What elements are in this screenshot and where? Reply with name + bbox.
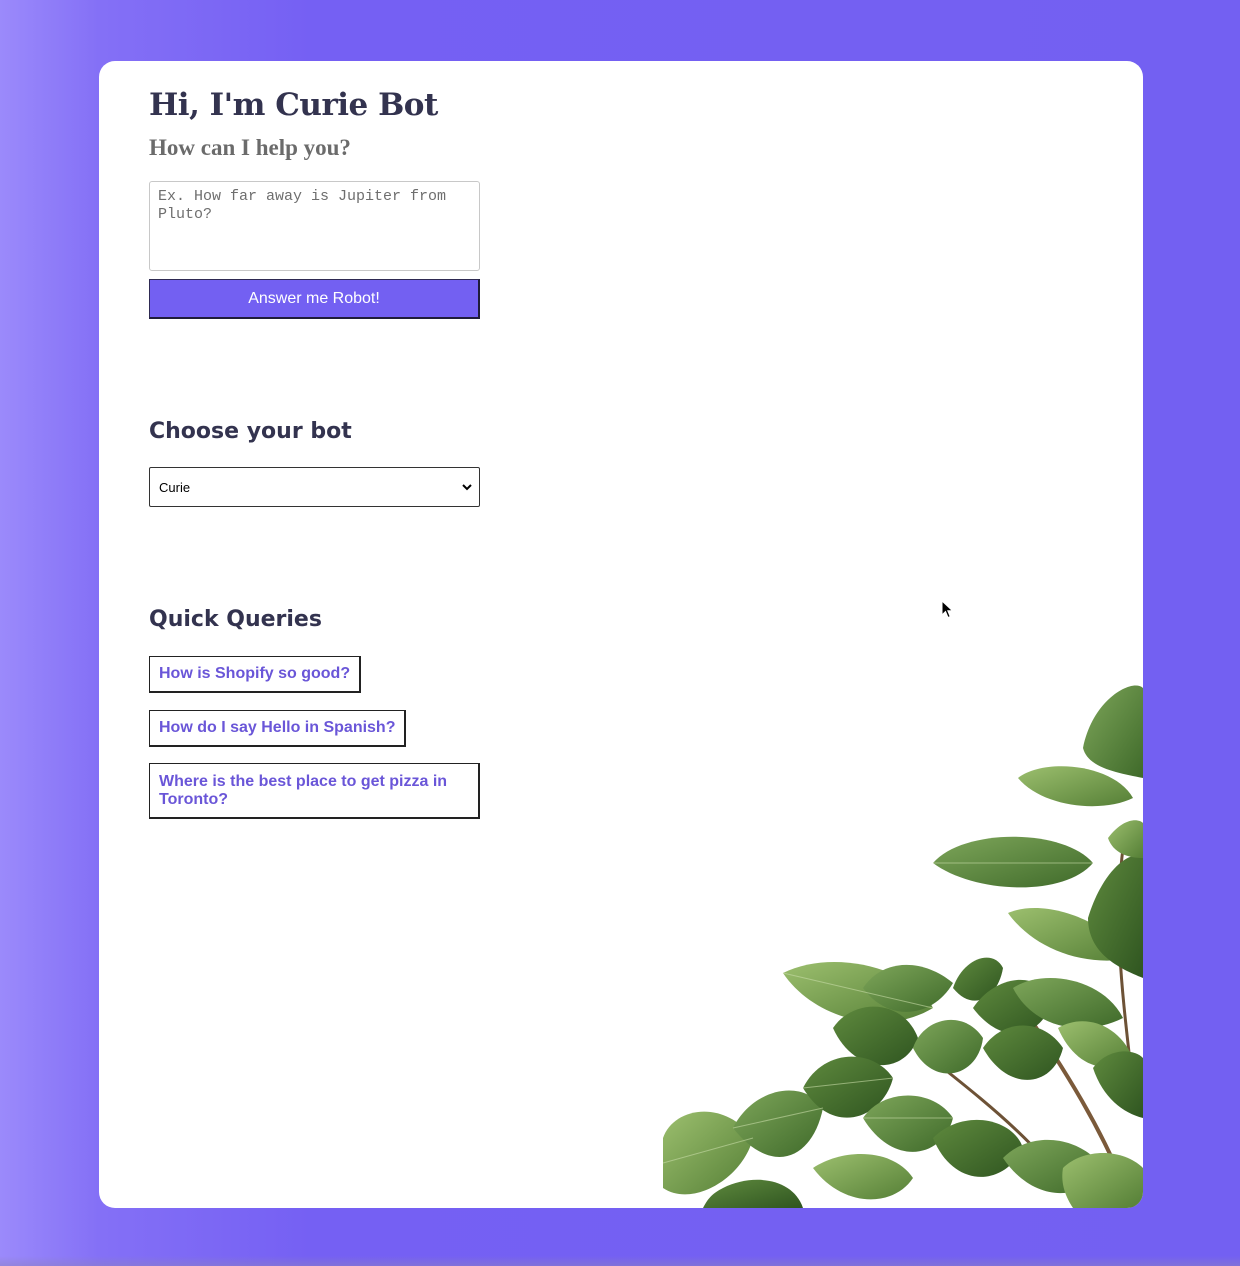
page-subtitle: How can I help you?	[149, 135, 351, 160]
quick-query-button[interactable]: Where is the best place to get pizza in …	[149, 763, 480, 819]
page-title: Hi, I'm Curie Bot	[149, 87, 438, 123]
bottom-fade	[0, 1256, 1240, 1266]
chevron-down-icon	[462, 484, 472, 491]
mouse-pointer-icon	[941, 600, 954, 619]
quick-query-button[interactable]: How do I say Hello in Spanish?	[149, 710, 407, 747]
choose-bot-heading: Choose your bot	[149, 419, 352, 444]
plant-leaves-illustration	[663, 685, 1143, 1208]
answer-button[interactable]: Answer me Robot!	[149, 279, 480, 319]
query-input[interactable]	[149, 181, 480, 271]
quick-query-button[interactable]: How is Shopify so good?	[149, 656, 362, 693]
quick-queries-heading: Quick Queries	[149, 607, 322, 632]
main-card: Hi, I'm Curie Bot How can I help you? An…	[99, 61, 1143, 1208]
bot-select-value: Curie	[159, 479, 191, 495]
bot-select[interactable]: Curie	[149, 467, 480, 507]
